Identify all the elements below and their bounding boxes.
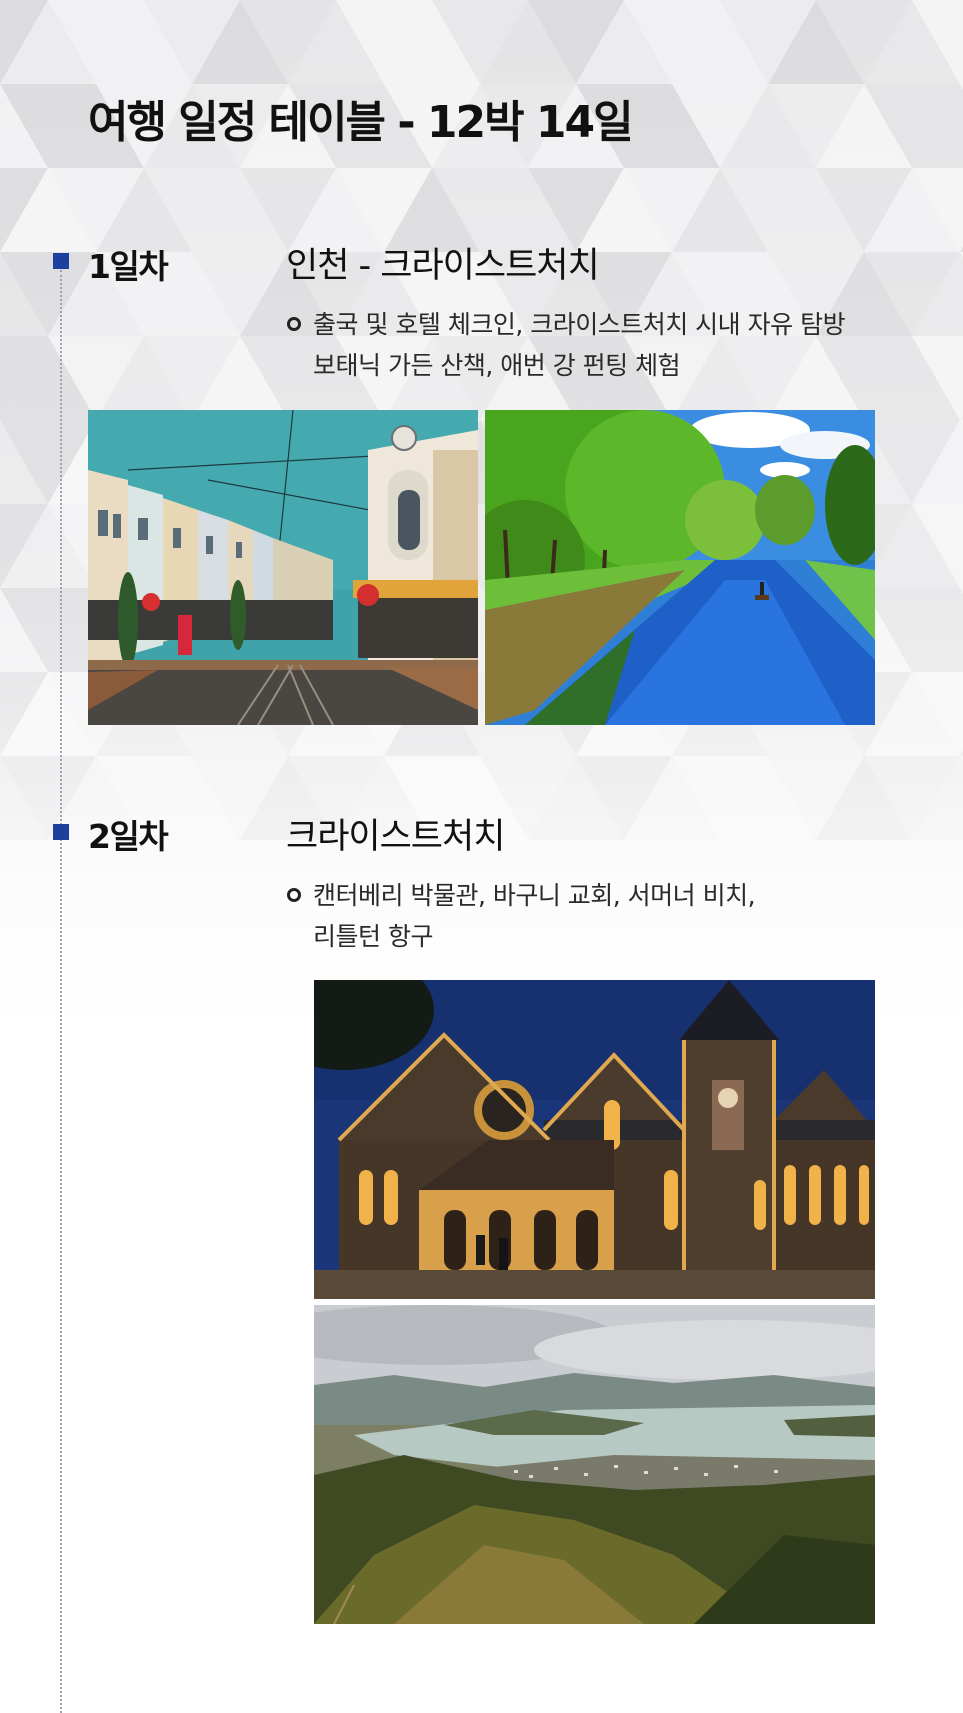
itinerary-page: 여행 일정 테이블 - 12박 14일 1일차 인천 - 크라이스트처치 출국 …	[0, 0, 963, 1713]
canterbury-museum-photo	[314, 980, 875, 1299]
day-2-description-line: 캔터베리 박물관, 바구니 교회, 서머너 비치,	[313, 881, 756, 910]
day-2-description-line: 리틀턴 항구	[313, 922, 433, 951]
page-title: 여행 일정 테이블 - 12박 14일	[88, 97, 634, 148]
day-2-marker	[53, 824, 69, 840]
day-2-bullet-icon	[287, 888, 301, 902]
day-1-description: 출국 및 호텔 체크인, 크라이스트처치 시내 자유 탐방 보태닉 가든 산책,…	[313, 304, 846, 386]
day-1-bullet-icon	[287, 317, 301, 331]
lyttelton-harbour-photo	[314, 1305, 875, 1624]
day-1-description-line: 보태닉 가든 산책, 애번 강 펀팅 체험	[313, 351, 681, 380]
day-2-description: 캔터베리 박물관, 바구니 교회, 서머너 비치, 리틀턴 항구	[313, 875, 756, 957]
day-1-marker	[53, 253, 69, 269]
avon-river-punting-photo	[485, 410, 875, 725]
timeline-line	[60, 270, 62, 1713]
day-1-description-line: 출국 및 호텔 체크인, 크라이스트처치 시내 자유 탐방	[313, 310, 846, 339]
christchurch-street-photo	[88, 410, 478, 725]
day-2-label: 2일차	[88, 817, 169, 856]
day-2-route: 크라이스트처치	[286, 817, 505, 857]
day-1-label: 1일차	[88, 247, 169, 286]
day-1-route: 인천 - 크라이스트처치	[286, 246, 600, 286]
